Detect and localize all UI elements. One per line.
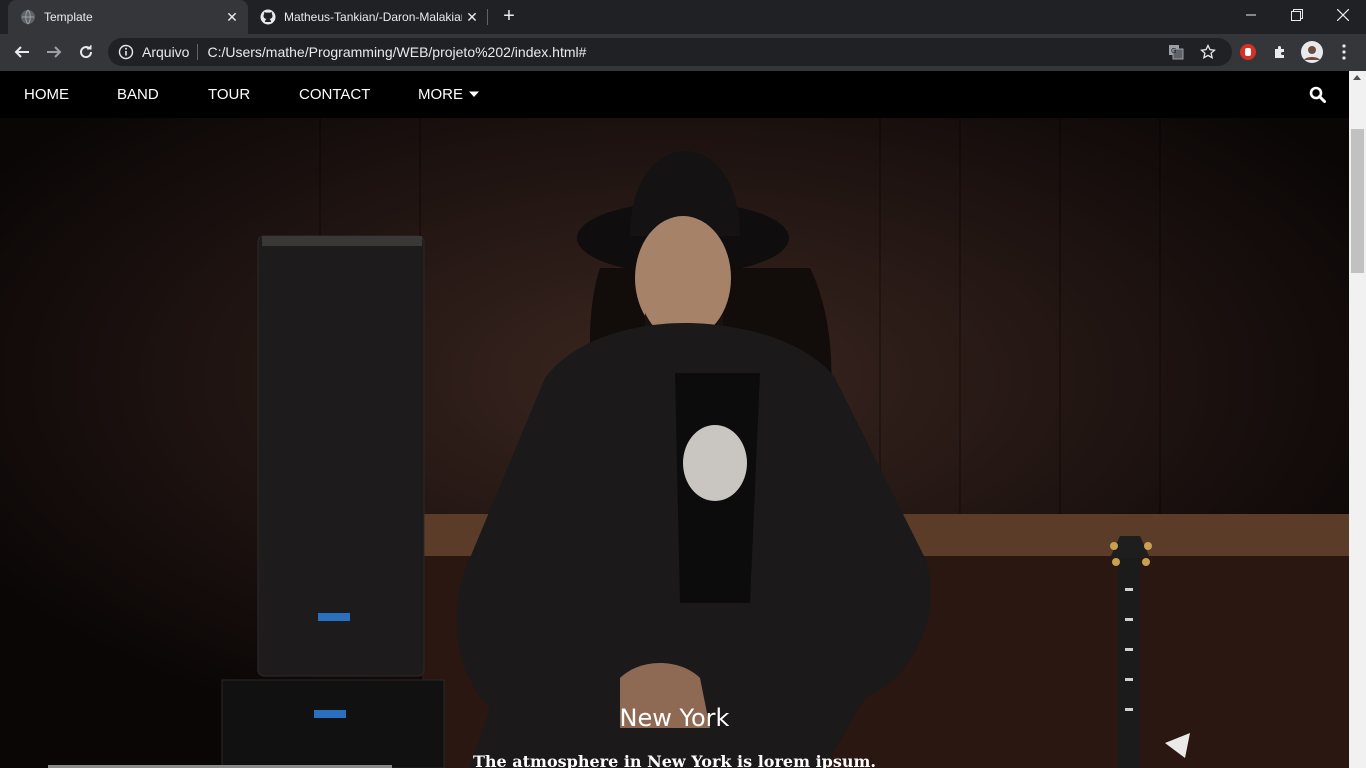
url-text[interactable]: C:/Users/mathe/Programming/WEB/projeto%2… xyxy=(207,44,1168,60)
info-icon[interactable] xyxy=(118,44,134,60)
back-arrow-icon[interactable] xyxy=(8,38,36,66)
new-tab-plus-icon[interactable]: + xyxy=(498,6,520,28)
minimize-icon[interactable] xyxy=(1228,0,1274,30)
address-divider xyxy=(197,44,199,60)
address-bar[interactable]: Arquivo C:/Users/mathe/Programming/WEB/p… xyxy=(108,38,1232,66)
scrollbar-thumb[interactable] xyxy=(1351,129,1364,273)
globe-icon xyxy=(20,9,36,25)
nav-tour[interactable]: TOUR xyxy=(208,71,250,118)
profile-avatar-icon[interactable] xyxy=(1301,41,1323,63)
svg-text:G: G xyxy=(1171,47,1176,55)
browser-tab-bar: Template ✕ Matheus-Tankian/-Daron-Malaki… xyxy=(0,0,1366,34)
chrome-menu-icon[interactable] xyxy=(1333,41,1355,63)
extension-stop-hand-icon[interactable] xyxy=(1237,41,1259,63)
page-scrollbar[interactable] xyxy=(1349,71,1366,768)
site-navbar: HOME BAND TOUR CONTACT MORE xyxy=(0,71,1366,118)
browser-tab-github[interactable]: Matheus-Tankian/-Daron-Malakian ✕ xyxy=(248,0,488,34)
caret-down-icon xyxy=(469,91,480,98)
reload-icon[interactable] xyxy=(72,38,100,66)
tab-title: Template xyxy=(44,10,93,24)
window-close-icon[interactable] xyxy=(1320,0,1366,30)
scheme-label: Arquivo xyxy=(142,44,190,60)
close-icon[interactable]: ✕ xyxy=(462,7,482,27)
tab-title: Matheus-Tankian/-Daron-Malakian xyxy=(284,10,462,24)
github-icon xyxy=(260,9,276,25)
nav-more-dropdown[interactable]: MORE xyxy=(418,71,480,118)
restore-icon[interactable] xyxy=(1274,0,1320,30)
browser-toolbar: Arquivo C:/Users/mathe/Programming/WEB/p… xyxy=(0,34,1366,71)
star-bookmark-icon[interactable] xyxy=(1200,44,1216,60)
nav-contact[interactable]: CONTACT xyxy=(299,71,370,118)
musician-photo xyxy=(0,118,1349,768)
hero-slide-image: New York The atmosphere in New York is l… xyxy=(0,118,1349,768)
scroll-up-arrow-icon[interactable] xyxy=(1353,75,1361,80)
translate-icon[interactable]: G xyxy=(1168,44,1184,60)
browser-tab-template[interactable]: Template ✕ xyxy=(8,0,248,34)
tab-separator xyxy=(487,9,488,25)
nav-more-label: MORE xyxy=(418,86,463,103)
extensions-puzzle-icon[interactable] xyxy=(1269,41,1291,63)
nav-home[interactable]: HOME xyxy=(24,71,69,118)
search-icon[interactable] xyxy=(1309,86,1327,104)
nav-band[interactable]: BAND xyxy=(117,71,159,118)
slide-title: New York xyxy=(619,704,730,732)
forward-arrow-icon[interactable] xyxy=(40,38,68,66)
close-icon[interactable]: ✕ xyxy=(222,7,242,27)
